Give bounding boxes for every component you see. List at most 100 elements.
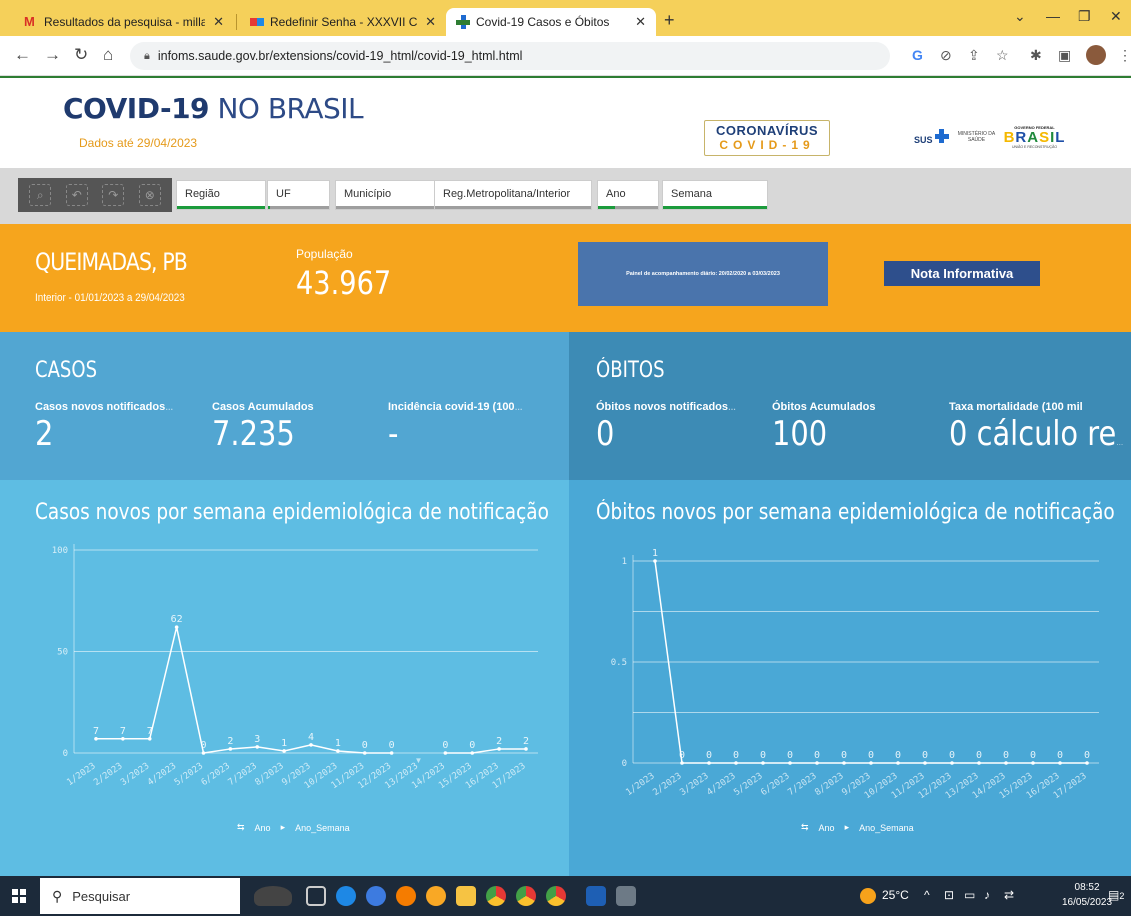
data-label: 0 [760, 750, 766, 761]
casos-novos-value: 2 [35, 414, 54, 454]
firefox-icon[interactable] [396, 886, 416, 906]
data-label: 0 [1084, 750, 1090, 761]
filter-municipio[interactable]: Município [335, 180, 438, 210]
data-label: 2 [227, 736, 233, 747]
volume-icon[interactable]: ♪ [984, 888, 990, 902]
close-tab-icon[interactable]: ✕ [425, 14, 436, 30]
painel-acompanhamento-button[interactable]: Painel de acompanhamento diário: 20/02/2… [578, 242, 828, 306]
word-icon[interactable] [586, 886, 606, 906]
filter-ano[interactable]: Ano [597, 180, 659, 210]
population-label: População [296, 247, 353, 261]
obitos-line-chart[interactable]: 0 0.5 1 1 0 0 0 0 0 0 0 0 0 0 0 0 0 0 0 0 1/20232/20233/2023… [569, 480, 1131, 876]
network-icon[interactable]: ⊡ [944, 888, 954, 902]
data-point [1058, 761, 1062, 765]
chrome-icon[interactable] [516, 886, 536, 906]
eye-off-icon[interactable]: ⊘ [940, 47, 952, 64]
menu-icon[interactable]: ⋮ [1118, 47, 1131, 64]
chrome-icon[interactable] [486, 886, 506, 906]
side-panel-icon[interactable]: ▣ [1058, 47, 1071, 64]
drill-icon[interactable]: ⇆ [237, 822, 245, 833]
casos-acumulados-label: Casos Acumulados [212, 401, 314, 413]
app-icon[interactable] [366, 886, 386, 906]
data-label: 0 [895, 750, 901, 761]
new-tab-button[interactable]: + [664, 10, 675, 31]
weather-icon[interactable] [860, 888, 876, 904]
calculator-icon[interactable] [616, 886, 636, 906]
restore-button[interactable]: ❐ [1078, 8, 1091, 25]
nota-informativa-button[interactable]: Nota Informativa [884, 261, 1040, 286]
data-label: 0 [814, 750, 820, 761]
tab-gmail[interactable]: M Resultados da pesquisa - milla.sp ✕ [14, 8, 234, 36]
close-window-button[interactable]: ✕ [1110, 8, 1122, 25]
extensions-icon[interactable]: ✱ [1030, 47, 1042, 64]
step-back-icon[interactable]: ↶ [65, 184, 88, 206]
google-icon[interactable]: G [912, 47, 923, 63]
step-forward-icon[interactable]: ↷ [102, 184, 125, 206]
chrome-icon[interactable] [546, 886, 566, 906]
filter-semana[interactable]: Semana [662, 180, 768, 210]
close-tab-icon[interactable]: ✕ [635, 14, 646, 30]
bookmark-star-icon[interactable]: ☆ [996, 47, 1009, 64]
taskbar-search[interactable]: ⚲ Pesquisar [40, 878, 240, 914]
clear-selection-icon[interactable]: ⊗ [138, 184, 161, 206]
camera-app-icon[interactable] [254, 886, 292, 906]
filter-regiao[interactable]: Região [176, 180, 266, 210]
gmail-icon: M [24, 14, 35, 29]
x-tick-label: 1/2023 [624, 771, 656, 798]
filter-uf[interactable]: UF [267, 180, 330, 210]
legend-ano-semana[interactable]: Ano_Semana [295, 823, 350, 833]
casos-line-chart[interactable]: 0501007 7 7620 2 3 141 0 0▼0 0 2 21/20232/20233/20… [0, 480, 569, 876]
address-bar-row: ← → ↻ ⌂ 🔒︎ infoms.saude.gov.br/extension… [0, 36, 1131, 76]
dashboard-header: COVID-19 NO BRASIL Dados até 29/04/2023 … [0, 78, 1131, 168]
home-button[interactable]: ⌂ [103, 45, 113, 65]
windows-start-icon[interactable] [12, 889, 26, 903]
back-button[interactable]: ← [14, 45, 31, 65]
display-icon[interactable]: ▭ [964, 888, 975, 902]
forward-button[interactable]: → [44, 45, 61, 65]
reload-button[interactable]: ↻ [74, 45, 88, 65]
tab-search-icon[interactable]: ⌄ [1014, 8, 1026, 25]
file-explorer-icon[interactable] [456, 886, 476, 906]
tab-covid[interactable]: Covid-19 Casos e Óbitos ✕ [446, 8, 656, 36]
x-tick-label: 6/2023 [759, 771, 791, 798]
close-tab-icon[interactable]: ✕ [213, 14, 224, 30]
legend-ano[interactable]: Ano [819, 823, 835, 833]
language-icon[interactable]: ⇄ [1004, 888, 1014, 902]
data-point [524, 747, 528, 751]
search-selection-icon[interactable]: ⌕ [29, 184, 52, 206]
y-tick-label: 100 [52, 546, 68, 556]
data-point [255, 745, 260, 749]
data-label: 0 [389, 740, 395, 751]
x-tick-label: 4/2023 [146, 761, 178, 788]
task-view-icon[interactable] [306, 886, 326, 906]
site-favicon-icon [250, 18, 264, 26]
notifications-icon[interactable]: ▤2 [1108, 888, 1124, 902]
drill-icon[interactable]: ⇆ [801, 822, 809, 833]
casos-novos-label: Casos novos notificados… [35, 401, 174, 413]
x-tick-label: 7/2023 [227, 761, 259, 788]
obitos-acumulados-value: 100 [772, 414, 828, 454]
temperature[interactable]: 25°C [882, 888, 909, 902]
clock-time: 08:52 [1074, 882, 1100, 893]
data-label: 0 [362, 740, 368, 751]
tab-redefinir-senha[interactable]: Redefinir Senha - XXXVII Congre ✕ [240, 8, 446, 36]
data-point [309, 743, 313, 747]
series-line [445, 748, 526, 754]
app-icon[interactable] [426, 886, 446, 906]
edge-icon[interactable] [336, 886, 356, 906]
share-icon[interactable]: ⇪ [968, 47, 980, 64]
tab-title: Covid-19 Casos e Óbitos [476, 15, 610, 29]
minimize-button[interactable]: — [1046, 8, 1060, 24]
profile-avatar[interactable] [1086, 45, 1106, 65]
data-point [1004, 761, 1008, 765]
address-field[interactable]: 🔒︎ infoms.saude.gov.br/extensions/covid-… [130, 42, 890, 70]
data-label: 0 [733, 750, 739, 761]
legend-ano[interactable]: Ano [255, 823, 271, 833]
legend-ano-semana[interactable]: Ano_Semana [859, 823, 914, 833]
data-point [734, 761, 738, 765]
x-tick-label: 1/2023 [65, 761, 97, 788]
data-label: 2 [523, 736, 529, 747]
clock[interactable]: 08:52 16/05/2023 [1062, 880, 1112, 910]
tray-chevron-icon[interactable]: ^ [924, 888, 930, 902]
filter-reg-metropolitana[interactable]: Reg.Metropolitana/Interior [434, 180, 592, 210]
